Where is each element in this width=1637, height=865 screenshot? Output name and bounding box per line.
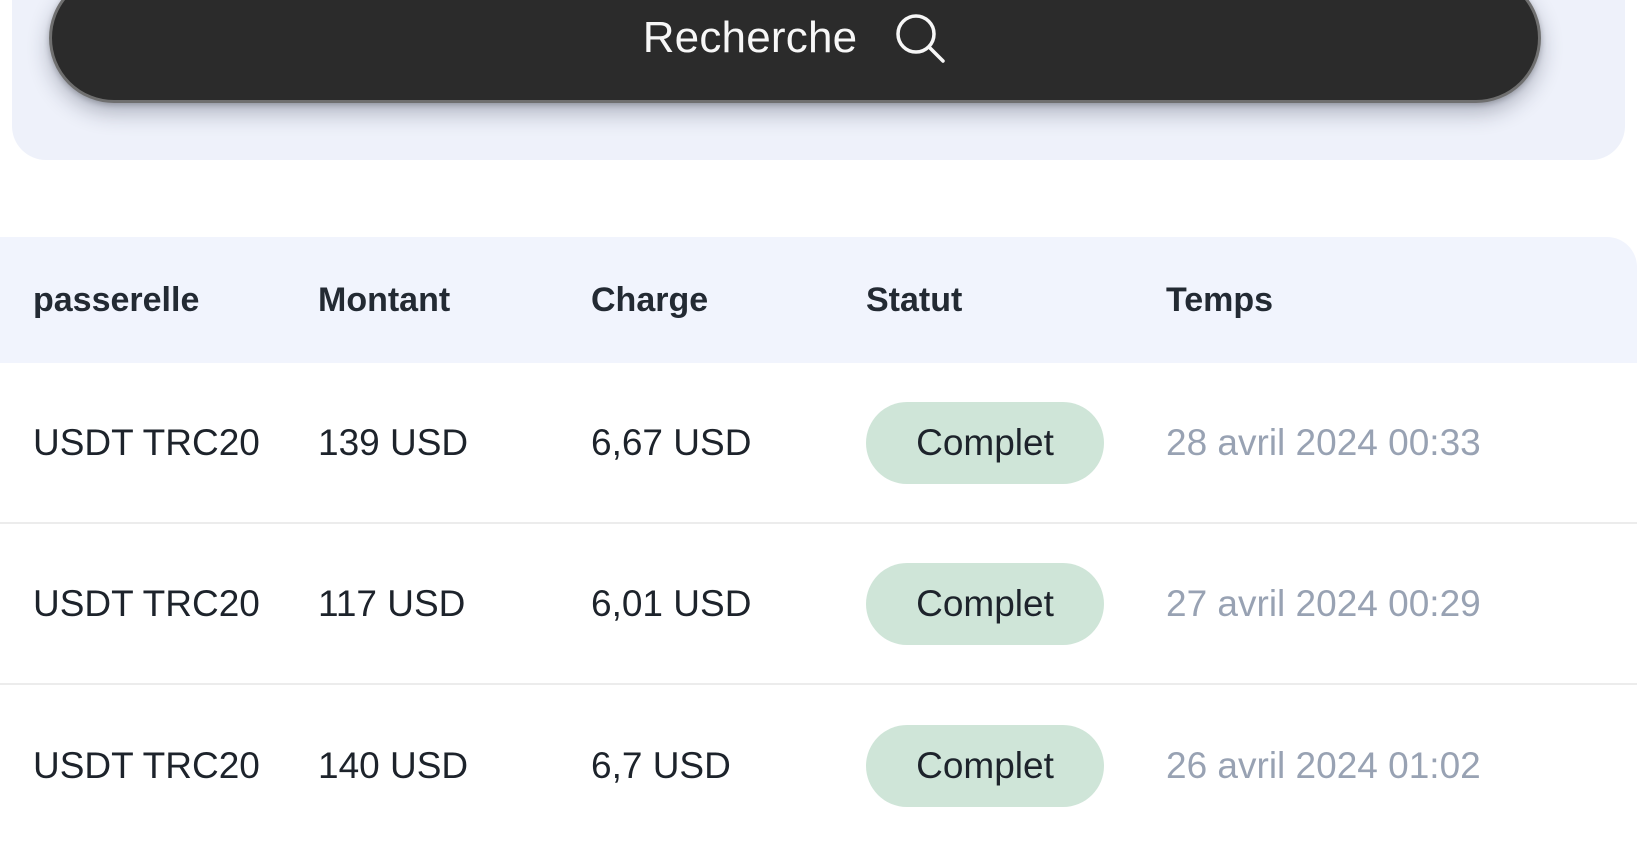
column-header-statut[interactable]: Statut: [833, 283, 1150, 317]
transactions-table: passerelle Montant Charge Statut Temps U…: [0, 237, 1637, 846]
column-header-charge[interactable]: Charge: [587, 283, 833, 317]
cell-temps: 26 avril 2024 01:02: [1150, 747, 1604, 784]
charge-value: 6,67 USD: [591, 422, 752, 463]
column-header-temps[interactable]: Temps: [1150, 283, 1604, 317]
cell-charge: 6,7 USD: [587, 747, 833, 784]
cell-passerelle: USDT TRC20: [0, 747, 309, 784]
search-input[interactable]: Recherche: [49, 0, 1541, 103]
table-row[interactable]: USDT TRC20 139 USD 6,67 USD Complet 28 a…: [0, 363, 1637, 524]
gateway-value: USDT TRC20: [33, 422, 260, 463]
cell-statut: Complet: [833, 562, 1150, 645]
gateway-value: USDT TRC20: [33, 745, 260, 786]
charge-value: 6,01 USD: [591, 583, 752, 624]
gateway-value: USDT TRC20: [33, 583, 260, 624]
time-value: 27 avril 2024 00:29: [1166, 583, 1481, 624]
time-value: 26 avril 2024 01:02: [1166, 745, 1481, 786]
cell-charge: 6,67 USD: [587, 424, 833, 461]
cell-passerelle: USDT TRC20: [0, 585, 309, 622]
table-row[interactable]: USDT TRC20 140 USD 6,7 USD Complet 26 av…: [0, 685, 1637, 846]
status-badge: Complet: [866, 562, 1104, 645]
search-icon[interactable]: [893, 11, 947, 65]
cell-statut: Complet: [833, 401, 1150, 484]
cell-statut: Complet: [833, 724, 1150, 807]
column-header-passerelle[interactable]: passerelle: [0, 283, 309, 317]
amount-value: 117 USD: [318, 583, 466, 624]
status-badge: Complet: [866, 724, 1104, 807]
cell-montant: 139 USD: [309, 424, 587, 461]
cell-montant: 117 USD: [309, 585, 587, 622]
status-badge: Complet: [866, 401, 1104, 484]
cell-passerelle: USDT TRC20: [0, 424, 309, 461]
table-row[interactable]: USDT TRC20 117 USD 6,01 USD Complet 27 a…: [0, 524, 1637, 685]
table-header-row: passerelle Montant Charge Statut Temps: [0, 237, 1637, 363]
transactions-page: Recherche passerelle Montant Charge Stat…: [0, 0, 1637, 865]
cell-charge: 6,01 USD: [587, 585, 833, 622]
cell-montant: 140 USD: [309, 747, 587, 784]
search-panel: Recherche: [12, 0, 1625, 160]
amount-value: 139 USD: [318, 422, 469, 463]
column-header-montant[interactable]: Montant: [309, 283, 587, 317]
cell-temps: 28 avril 2024 00:33: [1150, 424, 1604, 461]
search-input-label: Recherche: [642, 13, 858, 62]
cell-temps: 27 avril 2024 00:29: [1150, 585, 1604, 622]
charge-value: 6,7 USD: [591, 745, 731, 786]
amount-value: 140 USD: [318, 745, 469, 786]
time-value: 28 avril 2024 00:33: [1166, 422, 1481, 463]
